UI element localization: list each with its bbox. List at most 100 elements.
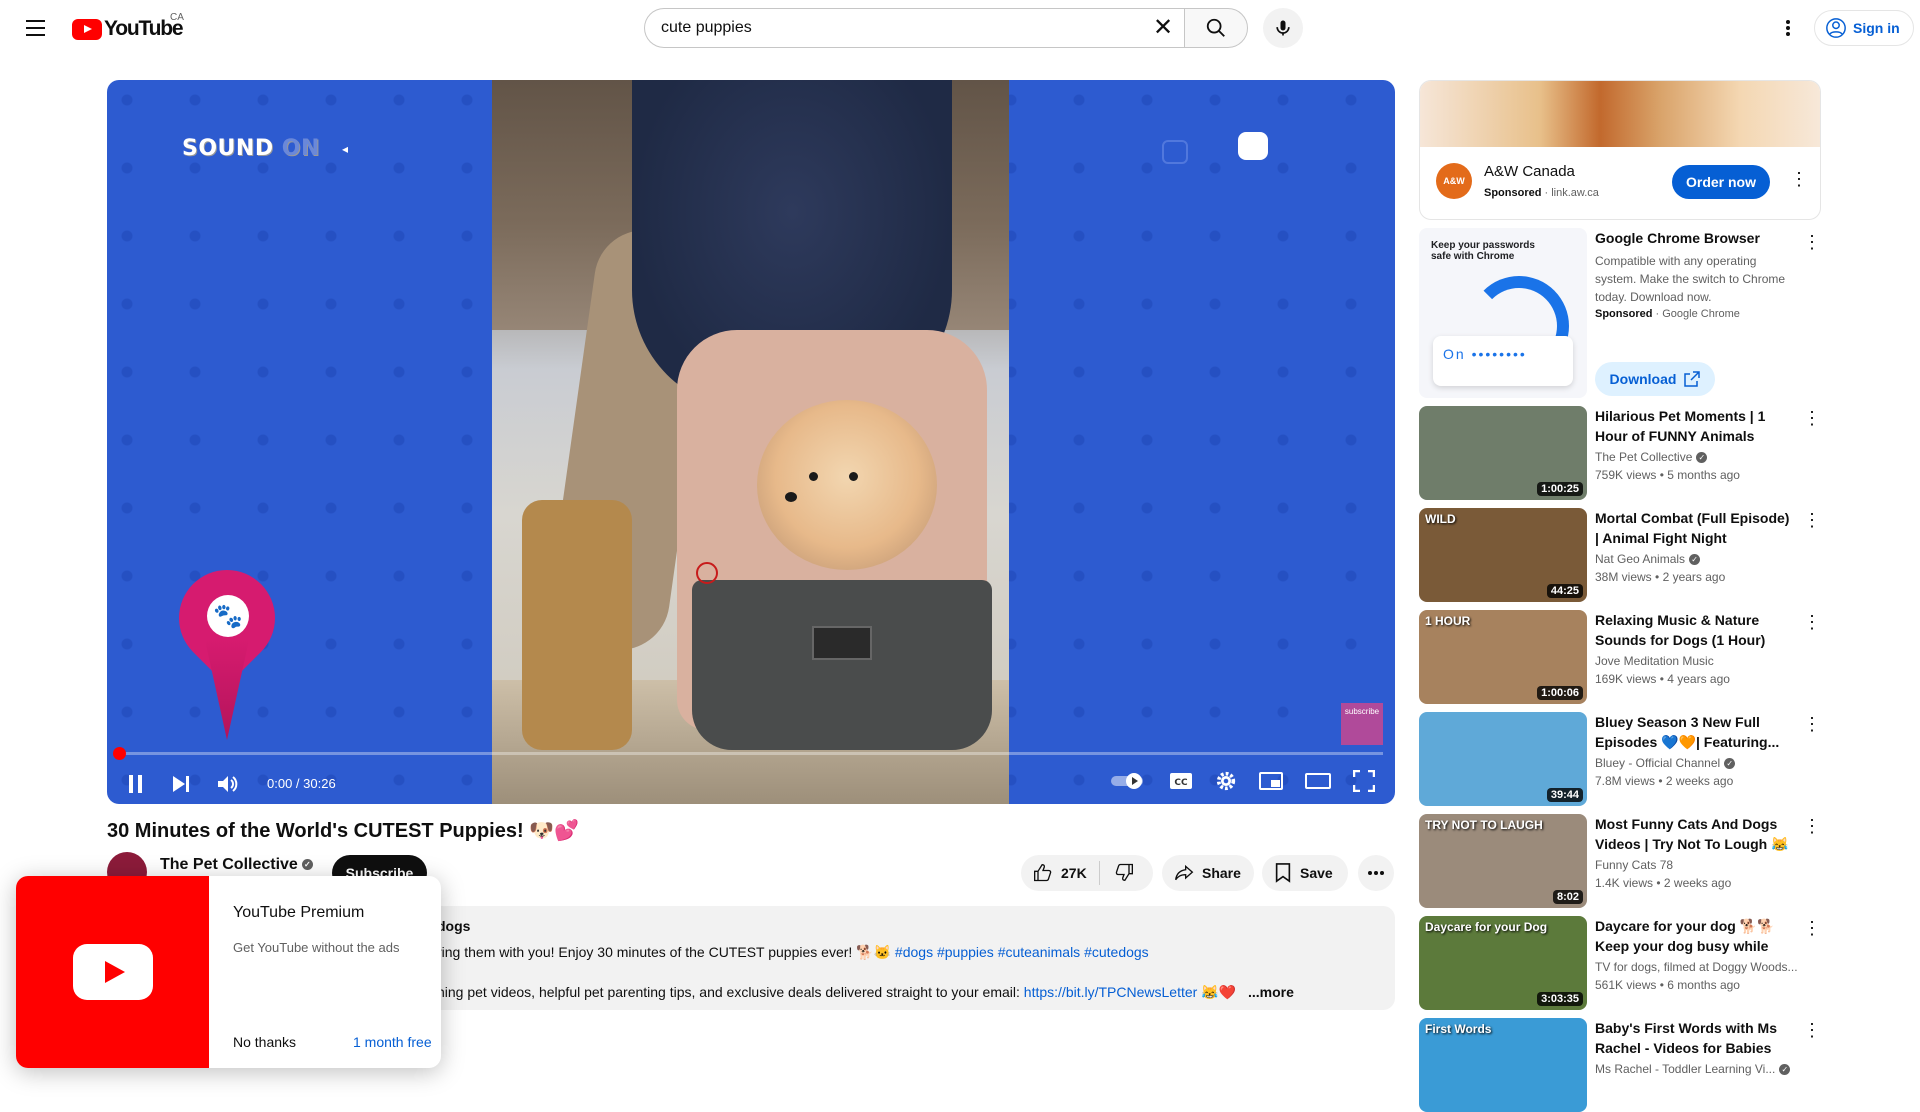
dislike-button[interactable] (1100, 862, 1134, 885)
search-input[interactable] (661, 19, 1131, 37)
video-thumbnail[interactable]: 1 HOUR 1:00:06 (1419, 610, 1587, 704)
progress-scrubber[interactable] (113, 747, 126, 760)
recommendation-item[interactable]: 1 HOUR 1:00:06 Relaxing Music & Nature Sou… (1419, 610, 1821, 704)
recommendation-meta: 7.8M views • 2 weeks ago (1595, 774, 1734, 788)
settings-kebab-icon[interactable] (1776, 16, 1800, 40)
recommendation-item[interactable]: 1:00:25 Hilarious Pet Moments | 1 Hour of… (1419, 406, 1821, 500)
like-button[interactable]: 27K (1021, 861, 1100, 885)
video-thumbnail[interactable]: 39:44 (1419, 712, 1587, 806)
recommendation-item[interactable]: Daycare for your Dog 3:03:35 Daycare for y… (1419, 916, 1821, 1010)
recommendation-item[interactable]: WILD 44:25 Mortal Combat (Full Episode) | … (1419, 508, 1821, 602)
ad-kebab-icon[interactable]: ⋮ (1803, 232, 1821, 253)
recommendation-title[interactable]: Relaxing Music & Nature Sounds for Dogs … (1595, 610, 1795, 650)
download-button[interactable]: Download (1595, 362, 1715, 396)
duration-badge: 1:00:06 (1537, 686, 1583, 700)
captions-icon: CC (1170, 773, 1192, 789)
svg-text:CC: CC (1174, 778, 1188, 788)
recommendation-item[interactable]: 39:44 Bluey Season 3 New Full Episodes 💙🧡… (1419, 712, 1821, 806)
chrome-ad[interactable]: Keep your passwords safe with Chrome On … (1419, 228, 1821, 398)
free-trial-button[interactable]: 1 month free (353, 1034, 432, 1050)
chrome-ad-sponsored: Sponsored · Google Chrome (1595, 308, 1740, 320)
youtube-play-icon (73, 944, 153, 1000)
advertiser-name: A&W Canada (1484, 163, 1575, 180)
recommendation-item[interactable]: First Words Baby's First Words with Ms Ra… (1419, 1018, 1821, 1112)
share-button[interactable]: Share (1162, 855, 1254, 891)
settings-button[interactable] (1215, 770, 1237, 792)
no-thanks-button[interactable]: No thanks (233, 1034, 296, 1050)
hashtag-link[interactable]: #puppies (937, 944, 994, 960)
ad-kebab-icon[interactable]: ⋮ (1790, 169, 1808, 190)
newsletter-link[interactable]: https://bit.ly/TPCNewsLetter (1024, 984, 1198, 1000)
sign-in-button[interactable]: Sign in (1814, 10, 1914, 46)
autoplay-toggle-icon (1111, 773, 1143, 789)
recommendation-title[interactable]: Bluey Season 3 New Full Episodes 💙🧡| Fea… (1595, 712, 1795, 752)
hashtag-link[interactable]: #cuteanimals (998, 944, 1081, 960)
recommendation-title[interactable]: Hilarious Pet Moments | 1 Hour of FUNNY … (1595, 406, 1795, 446)
voice-search-button[interactable] (1263, 8, 1303, 48)
recommendation-channel[interactable]: Ms Rachel - Toddler Learning Vi... ✓ (1595, 1062, 1791, 1076)
recommendation-title[interactable]: Mortal Combat (Full Episode) | Animal Fi… (1595, 508, 1795, 548)
video-thumbnail[interactable]: Daycare for your Dog 3:03:35 (1419, 916, 1587, 1010)
recommendation-title[interactable]: Most Funny Cats And Dogs Videos | Try No… (1595, 814, 1795, 854)
recommendation-kebab-icon[interactable]: ⋮ (1803, 918, 1821, 939)
description-line-1: dogs (437, 918, 471, 934)
recommendation-channel[interactable]: Nat Geo Animals ✓ (1595, 552, 1701, 566)
theater-mode-button[interactable] (1305, 773, 1331, 789)
recommendation-kebab-icon[interactable]: ⋮ (1803, 612, 1821, 633)
save-button[interactable]: Save (1262, 855, 1348, 891)
captions-button[interactable]: CC (1169, 772, 1193, 790)
chrome-ad-thumbnail: Keep your passwords safe with Chrome On … (1419, 228, 1587, 398)
recommendation-title[interactable]: Daycare for your dog 🐕🐕 Keep your dog bu… (1595, 916, 1795, 956)
volume-icon (218, 776, 238, 792)
recommendation-kebab-icon[interactable]: ⋮ (1803, 816, 1821, 837)
pause-button[interactable] (127, 774, 145, 794)
sound-on-overlay: SOUND ON (182, 136, 320, 161)
recommendation-channel[interactable]: TV for dogs, filmed at Doggy Woods... (1595, 960, 1798, 974)
duration-badge: 1:00:25 (1537, 482, 1583, 496)
video-thumbnail[interactable]: First Words (1419, 1018, 1587, 1112)
masthead: YouTube CA ✕ Sign in (0, 0, 1920, 56)
menu-icon[interactable] (24, 16, 48, 40)
video-thumbnail[interactable]: TRY NOT TO LAUGH 8:02 (1419, 814, 1587, 908)
recommendation-channel[interactable]: The Pet Collective ✓ (1595, 450, 1708, 464)
recommendation-kebab-icon[interactable]: ⋮ (1803, 408, 1821, 429)
clear-search-icon[interactable]: ✕ (1150, 16, 1176, 42)
volume-button[interactable] (217, 774, 239, 794)
hashtag-link[interactable]: #dogs (895, 944, 933, 960)
channel-name[interactable]: The Pet Collective ✓ (160, 856, 313, 874)
sidebar-ad-card[interactable]: A&W A&W Canada Sponsored · link.aw.ca Or… (1419, 80, 1821, 220)
recommendation-kebab-icon[interactable]: ⋮ (1803, 510, 1821, 531)
next-button[interactable] (171, 774, 191, 794)
like-dislike-group: 27K (1021, 855, 1153, 891)
fullscreen-button[interactable] (1353, 770, 1375, 792)
youtube-logo[interactable]: YouTube CA (72, 12, 184, 41)
more-actions-button[interactable] (1358, 855, 1394, 891)
search-icon (1206, 18, 1225, 37)
subscribe-watermark[interactable]: subscribe (1341, 703, 1383, 745)
search-button[interactable] (1184, 8, 1248, 48)
recommendation-title[interactable]: Baby's First Words with Ms Rachel - Vide… (1595, 1018, 1795, 1058)
video-thumbnail[interactable]: 1:00:25 (1419, 406, 1587, 500)
show-more-button[interactable]: ...more (1248, 984, 1294, 1000)
video-player[interactable]: SOUND ON ◂ 🐾 subscribe 0:00 / 30:26 CC (107, 80, 1395, 804)
recommendation-channel[interactable]: Jove Meditation Music (1595, 654, 1714, 668)
order-now-button[interactable]: Order now (1672, 165, 1770, 199)
miniplayer-button[interactable] (1259, 772, 1283, 790)
click-indicator (696, 562, 718, 584)
like-count: 27K (1061, 865, 1087, 881)
progress-bar[interactable] (119, 752, 1383, 755)
recommendation-kebab-icon[interactable]: ⋮ (1803, 714, 1821, 735)
verified-icon: ✓ (1689, 554, 1701, 566)
hashtag-link[interactable]: #cutedogs (1084, 944, 1149, 960)
autoplay-toggle[interactable] (1111, 773, 1147, 789)
save-label: Save (1300, 865, 1333, 881)
video-title: 30 Minutes of the World's CUTEST Puppies… (107, 820, 580, 842)
recommendation-channel[interactable]: Funny Cats 78 (1595, 858, 1673, 872)
search-box: ✕ (644, 8, 1184, 48)
recommendation-item[interactable]: TRY NOT TO LAUGH 8:02 Most Funny Cats And … (1419, 814, 1821, 908)
premium-subtitle: Get YouTube without the ads (233, 940, 400, 955)
brand-logo-icon (1238, 132, 1268, 160)
recommendation-kebab-icon[interactable]: ⋮ (1803, 1020, 1821, 1041)
recommendation-channel[interactable]: Bluey - Official Channel ✓ (1595, 756, 1736, 770)
video-thumbnail[interactable]: WILD 44:25 (1419, 508, 1587, 602)
